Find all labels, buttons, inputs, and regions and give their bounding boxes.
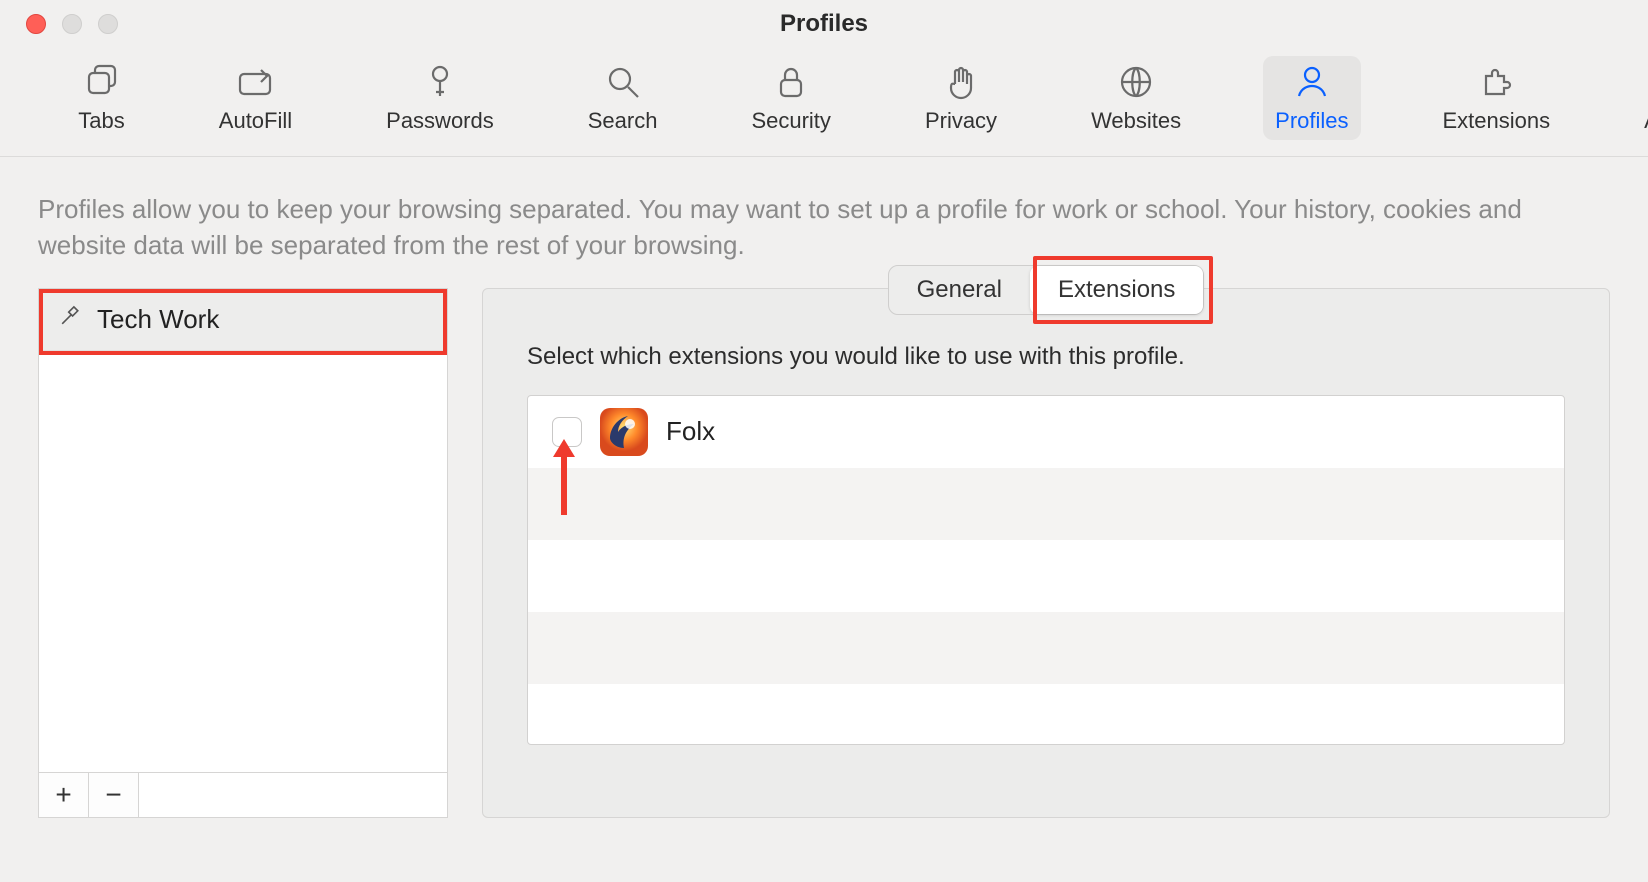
extension-checkbox[interactable] [552, 417, 582, 447]
toolbar-item-passwords[interactable]: Passwords [374, 56, 506, 140]
titlebar: Profiles [0, 0, 1648, 48]
hammer-icon [57, 303, 83, 336]
key-icon [420, 62, 460, 102]
window-title: Profiles [0, 10, 1648, 38]
toolbar-item-extensions[interactable]: Extensions [1431, 56, 1563, 140]
toolbar-label: Extensions [1443, 108, 1551, 134]
segmented-general[interactable]: General [889, 266, 1030, 314]
toolbar-item-privacy[interactable]: Privacy [913, 56, 1009, 140]
profile-tabs-segmented: General Extensions [888, 265, 1205, 315]
sidebar-controls: + − [38, 772, 448, 818]
profile-row-tech-work[interactable]: Tech Work [39, 289, 447, 351]
extensions-list: Folx [527, 395, 1565, 745]
profile-detail-pane: General Extensions Select which extensio… [482, 288, 1610, 818]
remove-profile-button[interactable]: − [89, 773, 139, 817]
extension-row-empty [528, 612, 1564, 684]
content-area: Tech Work + − General Extensions Select … [0, 288, 1648, 882]
toolbar-label: Advanced [1644, 108, 1648, 134]
toolbar-label: AutoFill [219, 108, 292, 134]
preferences-window: Profiles General Tabs AutoFill Passwords [0, 0, 1648, 882]
segmented-control-wrap: General Extensions [483, 265, 1609, 315]
preferences-toolbar: General Tabs AutoFill Passwords Search [0, 48, 1648, 157]
hand-icon [941, 62, 981, 102]
toolbar-label: Passwords [386, 108, 494, 134]
toolbar-item-websites[interactable]: Websites [1079, 56, 1193, 140]
toolbar-label: Security [751, 108, 830, 134]
magnifier-icon [603, 62, 643, 102]
toolbar-item-advanced[interactable]: Advanced [1632, 56, 1648, 140]
toolbar-label: Privacy [925, 108, 997, 134]
add-profile-button[interactable]: + [39, 773, 89, 817]
extension-row-folx[interactable]: Folx [528, 396, 1564, 468]
toolbar-label: Search [588, 108, 658, 134]
toolbar-item-tabs[interactable]: Tabs [66, 56, 136, 140]
toolbar-label: Websites [1091, 108, 1181, 134]
segmented-extensions[interactable]: Extensions [1030, 266, 1203, 314]
toolbar-item-autofill[interactable]: AutoFill [207, 56, 304, 140]
toolbar-item-security[interactable]: Security [739, 56, 842, 140]
extensions-instruction: Select which extensions you would like t… [483, 339, 1609, 389]
toolbar-item-search[interactable]: Search [576, 56, 670, 140]
toolbar-item-profiles[interactable]: Profiles [1263, 56, 1360, 140]
extension-row-empty [528, 468, 1564, 540]
globe-icon [1116, 62, 1156, 102]
profiles-sidebar: Tech Work + − [38, 288, 448, 818]
folx-app-icon [600, 408, 648, 456]
profile-name: Tech Work [97, 304, 219, 335]
lock-icon [771, 62, 811, 102]
extension-name: Folx [666, 416, 715, 447]
extension-row-empty [528, 540, 1564, 612]
person-icon [1292, 62, 1332, 102]
extension-row-empty [528, 684, 1564, 745]
toolbar-label: Tabs [78, 108, 124, 134]
profiles-list: Tech Work [38, 288, 448, 772]
puzzle-icon [1476, 62, 1516, 102]
tabs-icon [82, 62, 122, 102]
sidebar-controls-filler [139, 773, 447, 817]
toolbar-label: Profiles [1275, 108, 1348, 134]
pencil-box-icon [235, 62, 275, 102]
